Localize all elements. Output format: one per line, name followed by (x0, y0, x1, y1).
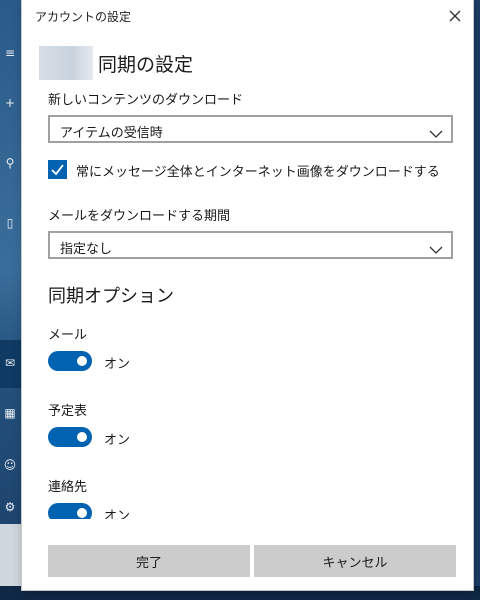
sync-options-title: 同期オプション (48, 286, 174, 307)
sync-mail-toggle[interactable] (48, 351, 92, 371)
download-content-label: 新しいコンテンツのダウンロード (48, 93, 244, 108)
background-panel (0, 524, 22, 586)
account-icon[interactable]: ⚲ (3, 156, 17, 170)
sync-calendar-label: 予定表 (48, 404, 88, 419)
download-content-select[interactable]: アイテムの受信時 (48, 115, 453, 143)
background-app-sidebar: ≡ + ⚲ ▯ ✉ ▦ ☺ ⚙ (0, 0, 22, 600)
settings-scroll-area[interactable]: 同期の設定 新しいコンテンツのダウンロード アイテムの受信時 常にメッセージ全体… (22, 0, 473, 519)
account-settings-dialog: アカウントの設定 同期の設定 新しいコンテンツのダウンロード アイテムの受信時 … (22, 0, 473, 590)
mail-icon[interactable]: ✉ (3, 356, 17, 370)
account-avatar (39, 46, 93, 80)
sync-contacts-toggle[interactable] (48, 503, 92, 519)
download-content-value: アイテムの受信時 (60, 126, 163, 141)
sync-mail-label: メール (48, 328, 88, 343)
new-item-icon[interactable]: + (3, 96, 17, 110)
done-button[interactable]: 完了 (48, 545, 250, 577)
chevron-down-icon (429, 124, 443, 138)
toggle-knob (77, 432, 87, 442)
toggle-knob (77, 356, 87, 366)
download-period-value: 指定なし (60, 242, 113, 257)
settings-icon[interactable]: ⚙ (3, 500, 17, 514)
calendar-icon[interactable]: ▦ (3, 406, 17, 420)
full-message-checkbox-label[interactable]: 常にメッセージ全体とインターネット画像をダウンロードする (76, 161, 440, 180)
sync-contacts-state: オン (104, 509, 131, 519)
folder-icon[interactable]: ▯ (3, 216, 17, 230)
page-title: 同期の設定 (98, 54, 194, 76)
sync-calendar-toggle[interactable] (48, 427, 92, 447)
checkmark-icon (51, 164, 64, 176)
sync-mail-state: オン (104, 357, 131, 372)
download-period-label: メールをダウンロードする期間 (48, 209, 231, 224)
cancel-button[interactable]: キャンセル (254, 545, 456, 577)
people-icon[interactable]: ☺ (3, 458, 17, 472)
toggle-knob (77, 508, 87, 518)
full-message-checkbox[interactable] (48, 160, 67, 179)
hamburger-menu-icon[interactable]: ≡ (3, 46, 17, 60)
chevron-down-icon (429, 240, 443, 254)
download-period-select[interactable]: 指定なし (48, 231, 453, 259)
sync-contacts-label: 連絡先 (48, 480, 88, 495)
sync-calendar-state: オン (104, 433, 131, 448)
